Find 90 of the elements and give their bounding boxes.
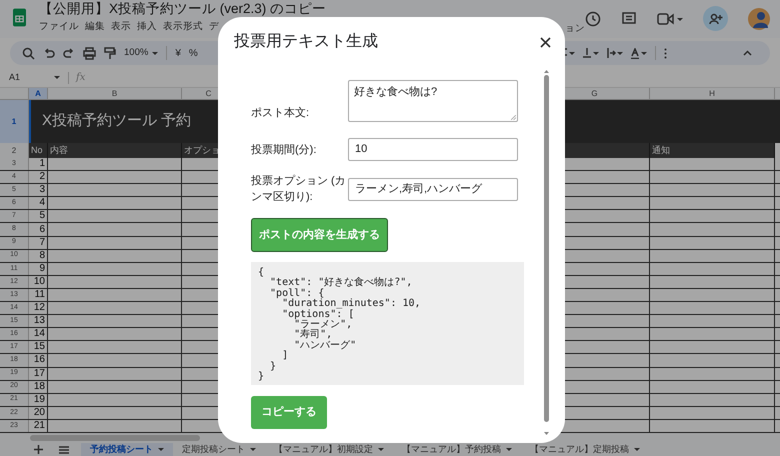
table-cell-text: 13: [34, 316, 46, 326]
table-cell-text: 1: [39, 159, 46, 170]
field-label: ポスト本文:: [251, 106, 310, 121]
percent-format-button[interactable]: %: [188, 46, 198, 60]
undo-icon[interactable]: [43, 47, 55, 59]
add-sheet-icon[interactable]: [34, 445, 43, 454]
print-icon[interactable]: [83, 46, 96, 60]
close-icon[interactable]: [540, 36, 551, 48]
table-cell-text: 16: [34, 355, 46, 366]
menu-item[interactable]: 編集: [85, 21, 105, 32]
search-icon[interactable]: [22, 46, 35, 60]
table-cell-text: 12: [34, 303, 46, 314]
table-cell-text: 19: [34, 394, 46, 405]
menu-item[interactable]: デ: [209, 21, 219, 32]
menu-item[interactable]: ファイル: [39, 21, 79, 32]
resize-handle-icon[interactable]: [511, 115, 516, 120]
table-cell-text: 21: [34, 420, 46, 431]
caret-icon: [250, 448, 256, 451]
column-heading-cell: 内容: [48, 143, 182, 158]
table-cell-text: 17: [34, 368, 46, 379]
table-cell-text: 10: [34, 276, 46, 287]
comment-icon[interactable]: [621, 10, 637, 26]
caret-icon: [506, 448, 512, 451]
json-output: { "text": "好きな食べ物は?", "poll": { "duration_minutes": 10, "options": [ "ラーメン", "寿司", "ハンバーグ" ] } }: [251, 262, 524, 385]
table-cell-text: 11: [34, 290, 46, 300]
field-label: 投票期間(分):: [251, 142, 318, 158]
table-cell-text: 8: [39, 250, 46, 261]
scroll-up-icon[interactable]: [544, 70, 548, 73]
sheet-title-cell-text: X投稿予約ツール 予約: [42, 111, 192, 132]
caret-icon: [158, 448, 164, 451]
row-number[interactable]: 1: [0, 100, 29, 143]
scroll-down-icon[interactable]: [544, 432, 548, 435]
table-cell-text: 15: [34, 342, 46, 352]
paint-format-icon[interactable]: [104, 46, 116, 60]
sheet-tab[interactable]: 【マニュアル】初期設定: [265, 443, 393, 456]
input-field[interactable]: 10: [348, 138, 518, 161]
copy-button[interactable]: コピーする: [251, 396, 327, 429]
field-label: 投票オプション (カンマ区切り):: [251, 174, 347, 205]
column-heading-cell: 通知: [650, 143, 775, 158]
horizontal-scrollbar[interactable]: [30, 434, 200, 441]
vertical-scrollbar[interactable]: [542, 70, 550, 435]
redo-icon[interactable]: [63, 47, 75, 59]
table-cell-text: 7: [39, 238, 46, 248]
vertical-align-icon[interactable]: [583, 48, 599, 58]
table-cell-text: 9: [39, 264, 46, 274]
menu-item[interactable]: 表示形式: [163, 21, 203, 32]
column-heading-cell: No: [29, 143, 48, 158]
table-cell-text: 5: [39, 211, 46, 222]
share-button[interactable]: [703, 6, 728, 31]
document-title: 【公開用】X投稿予約ツール (ver2.3) のコピー: [39, 1, 326, 16]
table-cell-text: 20: [34, 408, 46, 418]
add-person-icon[interactable]: [708, 12, 722, 24]
generate-button[interactable]: ポストの内容を生成する: [251, 218, 388, 252]
caret-icon[interactable]: [54, 76, 60, 79]
column-header[interactable]: H: [650, 88, 775, 99]
caret-icon: [378, 448, 384, 451]
menu-item[interactable]: ョン: [565, 22, 585, 36]
table-cell-text: 14: [34, 329, 46, 340]
formula-label: fx: [76, 71, 86, 85]
sheet-tab[interactable]: 定期投稿シート: [173, 443, 265, 456]
text-color-icon[interactable]: [631, 48, 647, 58]
text-wrap-icon[interactable]: [607, 48, 623, 58]
table-cell-text: 4: [39, 198, 46, 208]
post-text-area[interactable]: 好きな食べ物は?: [348, 80, 518, 122]
column-header[interactable]: B: [48, 88, 182, 99]
more-icon[interactable]: [664, 48, 667, 58]
caret-icon: [152, 52, 158, 54]
sheet-tab[interactable]: 【マニュアル】予約投稿: [393, 443, 521, 456]
spreadsheet-logo[interactable]: [13, 8, 26, 27]
input-field[interactable]: ラーメン,寿司,ハンバーグ: [348, 178, 518, 200]
collapse-icon[interactable]: [743, 50, 752, 56]
sheet-tab[interactable]: 予約投稿シート: [81, 443, 173, 456]
table-cell-text: 6: [39, 224, 46, 235]
video-icon[interactable]: [657, 12, 683, 26]
table-cell-text: 3: [39, 185, 46, 196]
dialog-title: 投票用テキスト生成: [234, 32, 378, 52]
table-cell-text: 2: [39, 172, 46, 182]
caret-icon: [634, 448, 640, 451]
history-icon[interactable]: [585, 10, 601, 26]
menu-item[interactable]: 表示: [111, 21, 131, 32]
menu-item[interactable]: 挿入: [137, 21, 157, 32]
currency-format-button[interactable]: ¥: [175, 46, 181, 60]
zoom-select[interactable]: 100%: [124, 46, 158, 60]
row-number[interactable]: 2: [0, 143, 29, 158]
column-header[interactable]: A: [29, 88, 48, 99]
avatar[interactable]: [748, 8, 770, 30]
name-box[interactable]: A1: [9, 70, 54, 84]
table-cell-text: 18: [34, 382, 46, 392]
sheet-list-icon[interactable]: [59, 446, 69, 454]
sheet-tab[interactable]: 【マニュアル】定期投稿: [521, 443, 649, 456]
